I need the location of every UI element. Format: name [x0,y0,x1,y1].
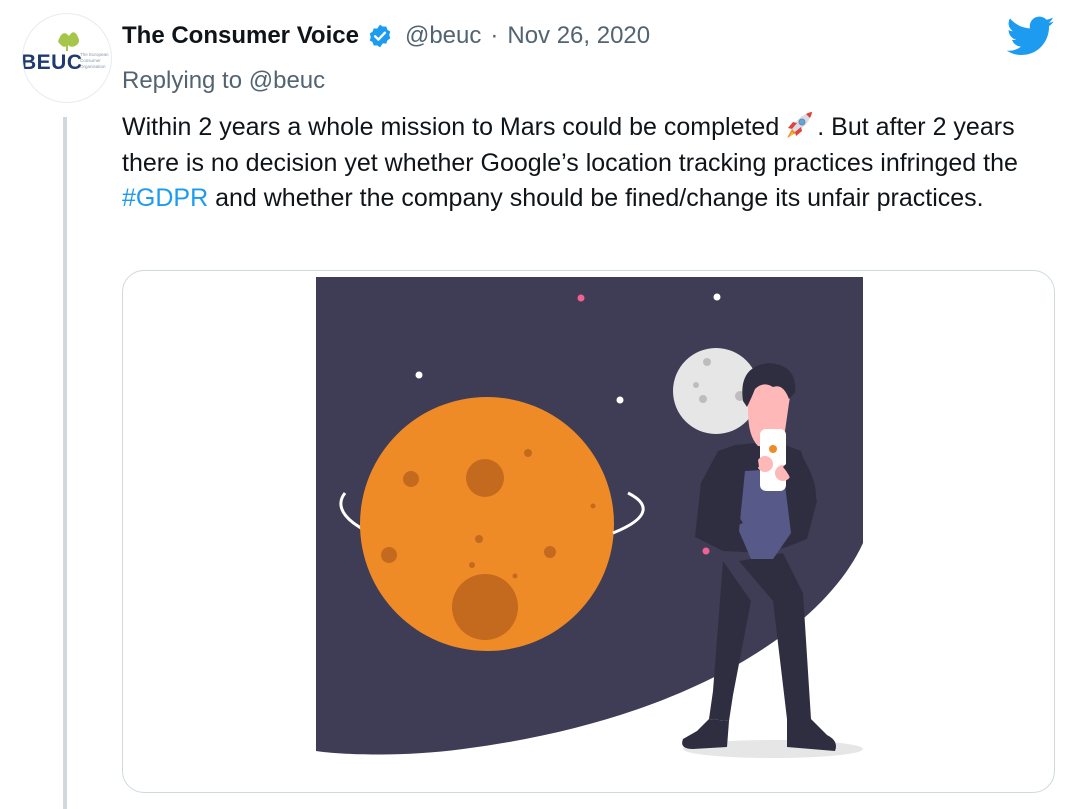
star [577,294,585,302]
rocket-emoji-icon [783,110,815,140]
replying-to[interactable]: Replying to @beuc [122,67,325,95]
beuc-logo: BEUC The European Consumer Organisation [23,32,109,74]
author-display-name[interactable]: The Consumer Voice [122,22,359,50]
svg-text:Consumer: Consumer [80,58,101,63]
tweet-text-part1: Within 2 years a whole mission to Mars c… [122,113,780,141]
author-handle[interactable]: @beuc [405,22,481,50]
svg-text:BEUC: BEUC [23,51,83,74]
svg-text:Organisation: Organisation [80,64,106,69]
tweet-media[interactable] [122,270,1055,793]
verified-badge-icon [367,23,393,49]
separator-dot: · [490,22,499,49]
star [415,371,423,379]
twitter-bird-icon[interactable] [1006,16,1055,58]
tweet-header: The Consumer Voice @beuc · Nov 26, 2020 [122,22,650,50]
star [702,547,710,555]
hashtag-link[interactable]: #GDPR [122,184,208,212]
thread-line [63,117,67,809]
avatar[interactable]: BEUC The European Consumer Organisation [22,13,112,103]
tweet-date[interactable]: Nov 26, 2020 [507,22,650,50]
tweet-text-part3: and whether the company should be fined/… [208,184,984,212]
star [713,293,721,301]
star [616,396,624,404]
tweet-text: Within 2 years a whole mission to Mars c… [122,110,1042,217]
svg-text:The European: The European [80,52,109,57]
